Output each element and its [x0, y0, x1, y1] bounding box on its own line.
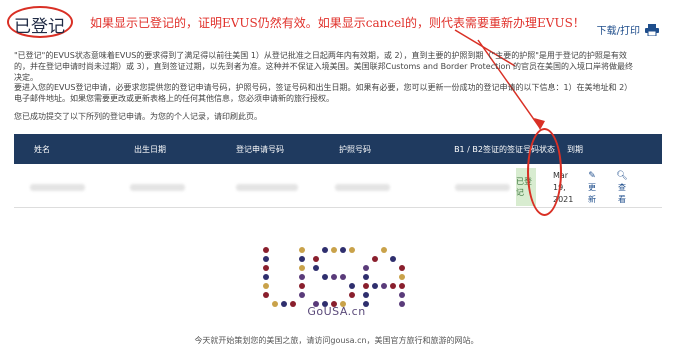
logo-dot	[399, 265, 405, 271]
redacted-passport	[335, 184, 390, 191]
col-header-expiry: 到期	[567, 144, 583, 154]
logo-dot	[363, 274, 369, 280]
logo-dot	[390, 283, 396, 289]
logo-dot	[381, 283, 387, 289]
gousa-logo	[258, 244, 408, 314]
logo-dot	[340, 274, 346, 280]
logo-dot	[363, 283, 369, 289]
logo-dot	[322, 274, 328, 280]
search-icon: 🔍︎	[616, 171, 628, 181]
col-header-name: 姓名	[34, 144, 50, 154]
logo-dot	[263, 247, 269, 253]
logo-dot	[381, 247, 387, 253]
logo-dot	[299, 247, 305, 253]
redacted-dob	[130, 184, 185, 191]
logo-dot	[263, 283, 269, 289]
logo-dot	[363, 265, 369, 271]
logo-dot	[349, 283, 355, 289]
logo-dot	[322, 247, 328, 253]
logo-dot	[399, 274, 405, 280]
logo-dot	[372, 256, 378, 262]
table-header-row: 姓名 出生日期 登记申请号码 护照号码 B1 / B2签证的签证号码 状态 到期	[14, 134, 662, 164]
col-header-passport: 护照号码	[339, 144, 371, 154]
logo-dot	[313, 256, 319, 262]
logo-dot	[331, 274, 337, 280]
logo-dot	[331, 247, 337, 253]
update-button[interactable]: ✎ 更新	[585, 170, 599, 206]
pencil-icon: ✎	[588, 171, 596, 181]
logo-dot	[399, 283, 405, 289]
evus-status-description: "已登记"的EVUS状态意味着EVUS的要求得到了满足得以前往美国 1）从登记批…	[14, 51, 633, 82]
footer-note: 今天就开始策划您的美国之旅，请访问gousa.cn，美国官方旅行和旅游的网站。	[194, 336, 479, 345]
redacted-visa	[455, 184, 510, 191]
logo-dot	[299, 292, 305, 298]
logo-dot	[299, 283, 305, 289]
evus-access-description: 要进入您的EVUS登记申请，必要求您提供您的登记申请号码，护照号码，签证号码和出…	[14, 83, 633, 103]
update-label: 更新	[588, 183, 596, 204]
logo-dot	[372, 283, 378, 289]
view-label: 查看	[618, 183, 626, 204]
logo-dot	[263, 256, 269, 262]
view-button[interactable]: 🔍︎ 查看	[615, 170, 629, 206]
logo-dot	[263, 292, 269, 298]
redacted-app-number	[236, 184, 298, 191]
logo-dot	[399, 292, 405, 298]
logo-dot	[299, 256, 305, 262]
logo-dot	[299, 274, 305, 280]
logo-caption: GoUSA.cn	[307, 305, 366, 318]
usa-dot-logo	[263, 247, 405, 307]
logo-dot	[363, 292, 369, 298]
printer-icon	[645, 23, 659, 36]
col-header-dob: 出生日期	[134, 144, 166, 154]
logo-dot	[349, 247, 355, 253]
logo-dot	[299, 265, 305, 271]
logo-dot	[263, 274, 269, 280]
redacted-name	[30, 184, 85, 191]
annotation-oval-status	[527, 128, 562, 216]
logo-dot	[349, 292, 355, 298]
col-header-visa: B1 / B2签证的签证号码	[454, 144, 539, 154]
page-title: 已登记	[14, 17, 65, 37]
download-print-label: 下载/打印	[596, 26, 640, 37]
submission-confirmation: 您已成功提交了以下所列的登记申请。为您的个人记录，请印刷此页。	[14, 112, 262, 121]
logo-dot	[340, 247, 346, 253]
download-print-link[interactable]: 下载/打印	[597, 22, 659, 37]
logo-dot	[390, 256, 396, 262]
col-header-app-number: 登记申请号码	[236, 144, 284, 154]
logo-dot	[263, 265, 269, 271]
logo-dot	[313, 265, 319, 271]
annotation-note: 如果显示已登记的，证明EVUS仍然有效。如果显示cancel的，则代表需要重新办…	[90, 16, 585, 30]
